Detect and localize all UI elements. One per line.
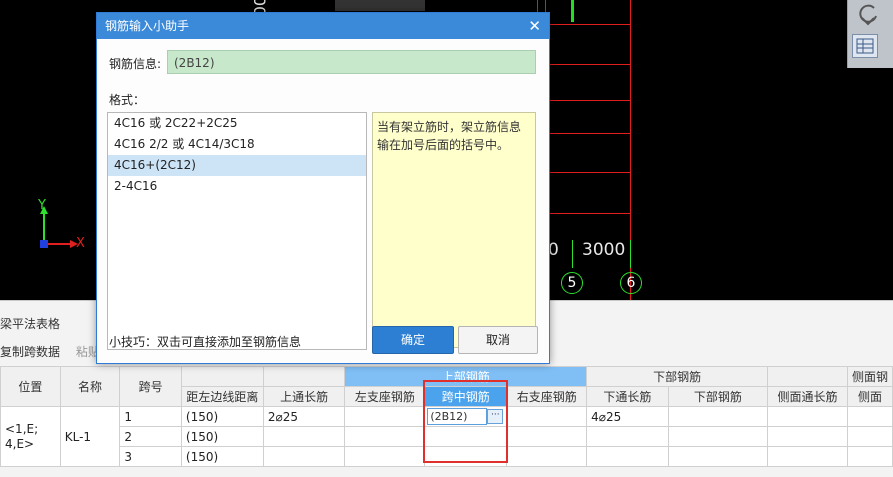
green-mark <box>571 0 574 22</box>
cell-bottom-rebar[interactable] <box>667 426 769 447</box>
col-bottom-through: 下通长筋 <box>586 386 669 407</box>
cell-position-line2: 4,E> <box>5 436 35 451</box>
cell-top-through[interactable] <box>262 426 346 447</box>
cell-side[interactable] <box>846 406 893 427</box>
cell-side[interactable] <box>846 446 893 467</box>
cell-bottom-through[interactable] <box>586 426 669 447</box>
col-side-through-top <box>767 366 848 387</box>
cell-bottom-through[interactable] <box>586 446 669 467</box>
view-toolbar <box>847 0 893 68</box>
cell-mid-span[interactable] <box>424 446 508 467</box>
cancel-button[interactable]: 取消 <box>458 326 538 354</box>
cell-name[interactable]: KL-1 <box>59 406 121 467</box>
cell-mid-span[interactable]: (2B12) ··· <box>424 406 508 427</box>
cell-left-support[interactable] <box>344 406 426 427</box>
cell-dist[interactable]: (150) <box>180 406 264 427</box>
cell-bottom-rebar[interactable] <box>667 446 769 467</box>
group-top-rebar: 上部钢筋 <box>344 366 588 387</box>
dim-tick <box>630 240 631 268</box>
dialog-title: 钢筋输入小助手 <box>97 13 549 39</box>
cell-right-support[interactable] <box>506 426 588 447</box>
cell-side[interactable] <box>846 426 893 447</box>
col-top-through: 上通长筋 <box>262 386 346 407</box>
panel-toolbar: 复制跨数据 粘贴 <box>0 343 100 360</box>
cell-right-support[interactable] <box>506 446 588 467</box>
cell-position[interactable]: <1,E; 4,E> <box>0 406 61 467</box>
col-position: 位置 <box>0 366 61 407</box>
cell-span[interactable]: 1 <box>119 406 182 427</box>
table-row[interactable]: 2 (150) <box>1 426 893 447</box>
beam-line <box>548 64 630 65</box>
col-left-dist-top <box>180 366 264 387</box>
cell-position-line1: <1,E; <box>5 421 39 436</box>
beam-line <box>548 24 630 25</box>
ok-button[interactable]: 确定 <box>372 326 454 354</box>
cell-bottom-rebar[interactable] <box>667 406 769 427</box>
axis-y-label: Y <box>38 198 46 213</box>
format-item[interactable]: 2-4C16 <box>108 176 366 197</box>
axis-label-5: 5 <box>561 272 583 294</box>
cell-bottom-through[interactable]: 4⌀25 <box>586 406 669 427</box>
copy-span-button[interactable]: 复制跨数据 <box>0 345 60 359</box>
format-item[interactable]: 4C16 或 2C22+2C25 <box>108 113 366 134</box>
cell-mid-span[interactable] <box>424 426 508 447</box>
col-side-short: 侧面 <box>846 386 893 407</box>
group-bottom-rebar: 下部钢筋 <box>586 366 769 387</box>
cell-dist[interactable]: (150) <box>180 426 264 447</box>
cell-span[interactable]: 2 <box>119 426 182 447</box>
rebar-info-input[interactable]: (2B12) <box>167 50 536 74</box>
table-row[interactable]: <1,E; 4,E> KL-1 1 (150) 2⌀25 (2B12) ··· 4… <box>0 406 893 467</box>
beam-line <box>548 100 630 101</box>
table-row[interactable]: 3 (150) <box>1 446 893 467</box>
format-item-selected[interactable]: 4C16+(2C12) <box>108 155 366 176</box>
cell-dist[interactable]: (150) <box>180 446 264 467</box>
beam-line <box>548 133 630 134</box>
cell-left-support[interactable] <box>344 446 426 467</box>
tip-text: 小技巧：双击可直接添加至钢筋信息 <box>109 335 302 349</box>
col-mid-span: 跨中钢筋 <box>424 386 508 407</box>
col-left-support: 左支座钢筋 <box>344 386 426 407</box>
beam-table: 位置 名称 跨号 上部钢筋 下部钢筋 侧面钢 距左边线距离 上通长筋 左支座钢筋… <box>0 366 893 467</box>
close-icon[interactable]: ✕ <box>528 17 541 35</box>
col-left-dist: 距左边线距离 <box>180 386 264 407</box>
cell-top-through[interactable] <box>262 446 346 467</box>
col-top-through-top <box>262 366 346 387</box>
col-side-through: 侧面通长筋 <box>767 386 848 407</box>
format-label: 格式： <box>109 93 146 107</box>
cell-right-support[interactable] <box>506 406 588 427</box>
cell-top-through[interactable]: 2⌀25 <box>262 406 346 427</box>
dim-text: 3000 <box>582 240 626 260</box>
col-bottom-rebar: 下部钢筋 <box>667 386 769 407</box>
more-icon[interactable]: ··· <box>487 409 504 424</box>
rebar-input-dialog: 钢筋输入小助手 ✕ 钢筋信息: (2B12) 格式： 4C16 或 2C22+2… <box>96 12 550 364</box>
rebar-info-label: 钢筋信息: <box>109 57 162 71</box>
axis-x-label: X <box>76 236 85 251</box>
col-right-support: 右支座钢筋 <box>506 386 588 407</box>
format-list[interactable]: 4C16 或 2C22+2C25 4C16 2/2 或 4C14/3C18 4C… <box>107 112 367 350</box>
cell-span[interactable]: 3 <box>119 446 182 467</box>
group-side-rebar: 侧面钢 <box>846 366 893 387</box>
table-view-icon[interactable] <box>852 34 878 58</box>
panel-title: 梁平法表格 <box>0 317 61 331</box>
cell-side-through[interactable] <box>767 426 848 447</box>
dim-tick <box>572 240 573 268</box>
cell-side-through[interactable] <box>767 446 848 467</box>
beam-line <box>548 172 630 173</box>
col-span: 跨号 <box>119 366 182 407</box>
cell-side-through[interactable] <box>767 406 848 427</box>
format-item[interactable]: 4C16 2/2 或 4C14/3C18 <box>108 134 366 155</box>
col-name: 名称 <box>59 366 121 407</box>
hint-box: 当有架立筋时，架立筋信息输在加号后面的括号中。 <box>372 112 536 348</box>
cad-block <box>335 0 425 11</box>
cell-left-support[interactable] <box>344 426 426 447</box>
mid-span-editor[interactable]: (2B12) <box>427 408 488 425</box>
chevron-down-icon[interactable] <box>858 14 878 28</box>
axis-label-6: 6 <box>620 272 642 294</box>
beam-line <box>548 213 630 214</box>
